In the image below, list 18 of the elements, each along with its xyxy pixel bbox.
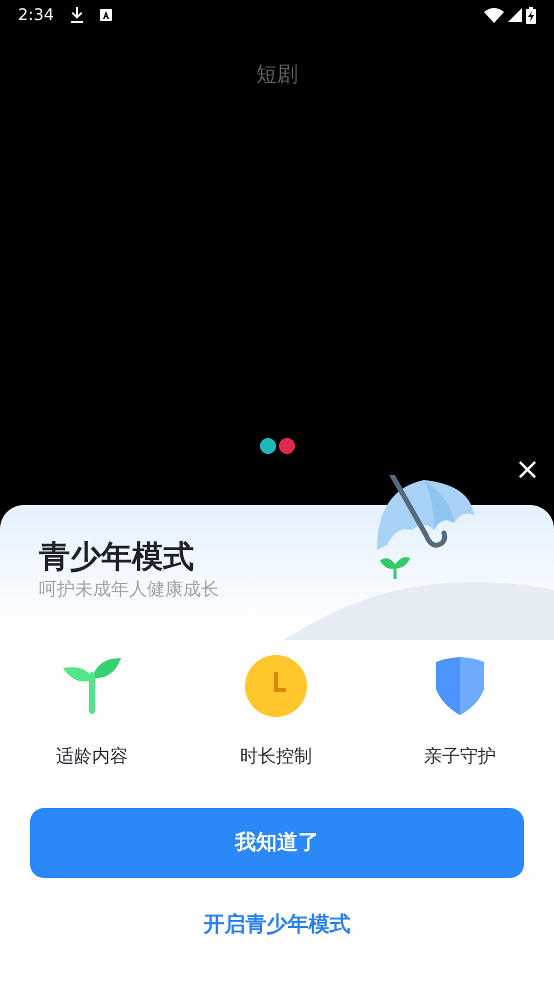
enable-mode-link[interactable]: 开启青少年模式 <box>198 908 356 942</box>
close-button[interactable]: × <box>510 455 544 485</box>
download-icon <box>70 7 84 23</box>
feature-label: 亲子守护 <box>424 745 496 770</box>
page-title: 短剧 <box>256 61 298 88</box>
text-icon <box>100 9 112 21</box>
dialog-subtitle: 呵护未成年人健康成长 <box>38 578 220 602</box>
clock-icon <box>245 655 307 718</box>
shield-icon <box>434 657 486 716</box>
feature-label: 时长控制 <box>240 745 312 770</box>
sprout-icon <box>63 658 121 714</box>
confirm-button[interactable]: 我知道了 <box>30 808 524 878</box>
battery-icon <box>526 6 536 24</box>
dialog-title: 青少年模式 <box>38 539 195 576</box>
signal-icon <box>508 8 522 22</box>
clock-time: 2:34 <box>18 4 54 26</box>
wifi-icon <box>484 8 504 22</box>
feature-label: 适龄内容 <box>56 745 128 770</box>
